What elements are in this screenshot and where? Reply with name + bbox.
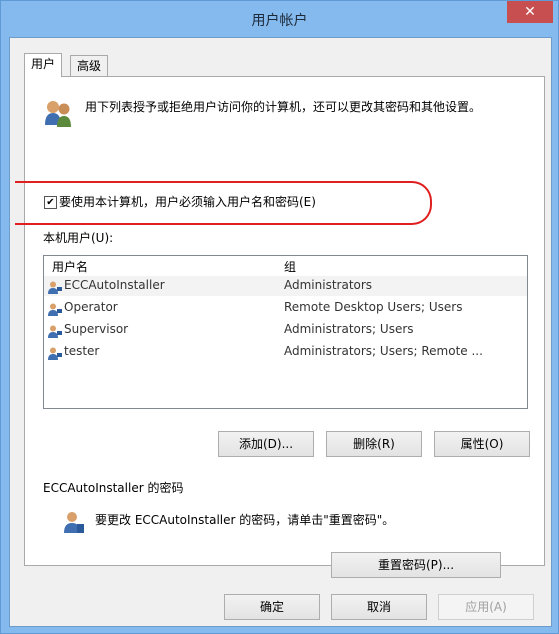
- cancel-button[interactable]: 取消: [331, 594, 427, 620]
- remove-user-button[interactable]: 删除(R): [326, 431, 422, 457]
- require-password-label: 要使用本计算机，用户必须输入用户名和密码(E): [59, 195, 316, 209]
- user-group: Administrators; Users: [284, 322, 414, 336]
- user-accounts-window: 用户帐户 ✕ 用户 高级 用下列表授予或拒绝用户访问你的计算机，还可以更改其密码…: [0, 0, 559, 634]
- users-tab-panel: 用下列表授予或拒绝用户访问你的计算机，还可以更改其密码和其他设置。 ✔ 要使用本计…: [15, 76, 545, 578]
- title-bar[interactable]: 用户帐户 ✕: [1, 1, 558, 37]
- user-name: Supervisor: [64, 322, 129, 336]
- table-row[interactable]: ECCAutoInstaller Administrators: [44, 276, 527, 296]
- table-row[interactable]: Supervisor Administrators; Users: [44, 320, 527, 340]
- apply-button[interactable]: 应用(A): [438, 594, 534, 620]
- tab-bar: 用户 高级: [24, 53, 543, 77]
- add-user-button[interactable]: 添加(D)...: [218, 431, 314, 457]
- user-name: Operator: [64, 300, 118, 314]
- window-title: 用户帐户: [251, 13, 308, 29]
- user-icon: [48, 303, 62, 316]
- close-icon: ✕: [524, 4, 536, 20]
- ok-button[interactable]: 确定: [224, 594, 320, 620]
- user-name: ECCAutoInstaller: [64, 278, 165, 292]
- user-group: Remote Desktop Users; Users: [284, 300, 463, 314]
- require-password-checkbox[interactable]: ✔: [44, 196, 57, 209]
- table-row[interactable]: tester Administrators; Users; Remote ...: [44, 342, 527, 362]
- checkmark-icon: ✔: [46, 197, 55, 208]
- close-button[interactable]: ✕: [507, 1, 553, 23]
- tab-users[interactable]: 用户: [24, 53, 63, 77]
- reset-password-button[interactable]: 重置密码(P)...: [331, 552, 501, 578]
- user-icon: [48, 281, 62, 294]
- column-header-group[interactable]: 组: [284, 258, 296, 275]
- dialog-body: 用户 高级 用下列表授予或拒绝用户访问你的计算机，还可以更改其密码和其他设置。 …: [9, 37, 552, 627]
- tab-advanced[interactable]: 高级: [70, 55, 109, 76]
- require-password-option[interactable]: ✔ 要使用本计算机，用户必须输入用户名和密码(E): [44, 193, 316, 211]
- properties-button[interactable]: 属性(O): [434, 431, 530, 457]
- user-icon: [48, 347, 62, 360]
- users-icon: [45, 101, 71, 127]
- user-group: Administrators: [284, 278, 373, 292]
- column-header-username[interactable]: 用户名: [52, 258, 88, 275]
- users-list[interactable]: 用户名 组 ECCAutoInstaller Administrators Op…: [43, 255, 528, 409]
- password-section-title: ECCAutoInstaller 的密码: [43, 481, 184, 495]
- key-user-icon: [64, 512, 84, 533]
- user-name: tester: [64, 344, 100, 358]
- local-users-label: 本机用户(U):: [43, 231, 114, 245]
- password-instructions: 要更改 ECCAutoInstaller 的密码，请单击"重置密码"。: [95, 513, 395, 527]
- intro-text: 用下列表授予或拒绝用户访问你的计算机，还可以更改其密码和其他设置。: [85, 100, 482, 114]
- table-row[interactable]: Operator Remote Desktop Users; Users: [44, 298, 527, 318]
- user-icon: [48, 325, 62, 338]
- list-header: 用户名 组: [44, 256, 527, 277]
- user-group: Administrators; Users; Remote ...: [284, 344, 483, 358]
